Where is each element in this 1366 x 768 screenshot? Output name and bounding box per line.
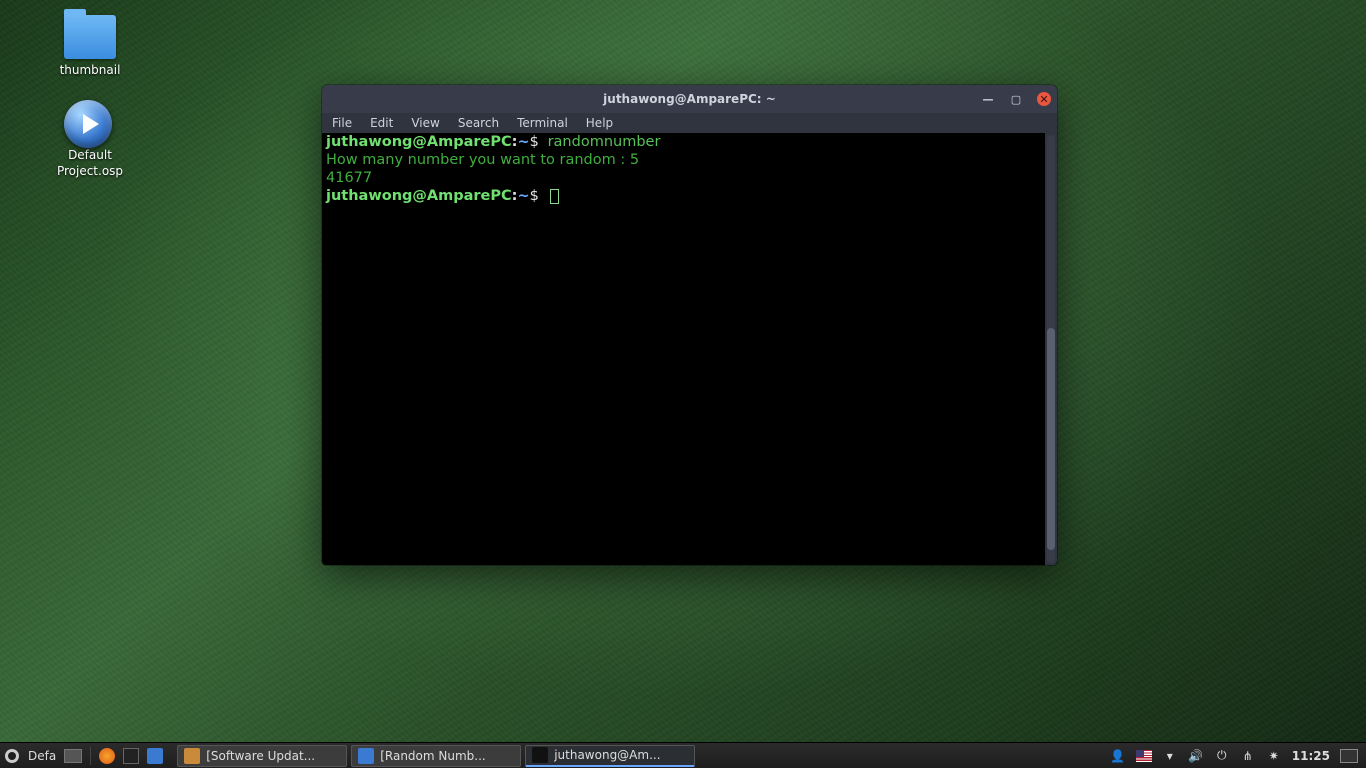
taskbar: Defa [Software Updat... [Random Numb... … — [0, 742, 1366, 768]
task-label: [Software Updat... — [206, 749, 315, 763]
maximize-button[interactable]: ▢ — [1009, 92, 1023, 106]
close-button[interactable]: ✕ — [1037, 92, 1051, 106]
menu-terminal[interactable]: Terminal — [517, 116, 568, 130]
bluetooth-icon[interactable]: ⋔ — [1240, 748, 1256, 764]
output-line: How many number you want to random : 5 — [326, 152, 639, 168]
desktop-icon-folder[interactable]: thumbnail — [35, 15, 145, 79]
titlebar[interactable]: juthawong@AmparePC: ~ — ▢ ✕ — [322, 85, 1057, 113]
task-label: [Random Numb... — [380, 749, 486, 763]
menu-file[interactable]: File — [332, 116, 352, 130]
menu-search[interactable]: Search — [458, 116, 499, 130]
terminal-launcher-icon[interactable] — [123, 748, 139, 764]
scrollbar-thumb[interactable] — [1047, 328, 1055, 551]
play-icon — [64, 100, 116, 144]
prompt-user: juthawong@AmparePC — [326, 188, 512, 204]
menu-edit[interactable]: Edit — [370, 116, 393, 130]
firefox-icon[interactable] — [99, 748, 115, 764]
cursor-icon — [550, 189, 559, 204]
brightness-icon[interactable]: ✷ — [1266, 748, 1282, 764]
system-tray: 👤 ▾ 🔊 ⏻ ⋔ ✷ 11:25 — [1110, 748, 1362, 764]
task-terminal[interactable]: juthawong@Am... — [525, 745, 695, 767]
task-software-updater[interactable]: [Software Updat... — [177, 745, 347, 767]
settings-icon[interactable] — [4, 748, 20, 764]
files-icon[interactable] — [147, 748, 163, 764]
prompt-path: ~ — [517, 134, 529, 150]
terminal-text[interactable]: juthawong@AmparePC:~$ randomnumber How m… — [322, 133, 1045, 565]
task-random-number[interactable]: [Random Numb... — [351, 745, 521, 767]
desktop-icon-project[interactable]: Default Project.osp — [35, 100, 145, 179]
output-line: 41677 — [326, 170, 372, 186]
network-icon[interactable]: ▾ — [1162, 748, 1178, 764]
terminal-scrollbar[interactable] — [1045, 133, 1057, 565]
task-label: juthawong@Am... — [554, 748, 660, 762]
minimize-button[interactable]: — — [981, 92, 995, 106]
flag-icon — [1136, 750, 1152, 762]
folder-icon — [64, 15, 116, 59]
prompt-dollar: $ — [530, 134, 539, 150]
menu-view[interactable]: View — [411, 116, 439, 130]
separator — [90, 747, 91, 765]
clock[interactable]: 11:25 — [1292, 749, 1330, 763]
power-icon[interactable]: ⏻ — [1214, 748, 1230, 764]
window-title: juthawong@AmparePC: ~ — [603, 92, 776, 106]
prompt-path: ~ — [517, 188, 529, 204]
menubar: File Edit View Search Terminal Help — [322, 113, 1057, 133]
menu-help[interactable]: Help — [586, 116, 613, 130]
task-icon — [184, 748, 200, 764]
desktop-icon-label: thumbnail — [35, 63, 145, 79]
show-desktop-button[interactable] — [1340, 749, 1358, 763]
workspace-switcher[interactable] — [64, 749, 82, 763]
keyboard-layout-icon[interactable] — [1136, 748, 1152, 764]
volume-icon[interactable]: 🔊 — [1188, 748, 1204, 764]
prompt-dollar: $ — [530, 188, 539, 204]
app-menu-label[interactable]: Defa — [28, 749, 56, 763]
terminal-window[interactable]: juthawong@AmparePC: ~ — ▢ ✕ File Edit Vi… — [322, 85, 1057, 565]
user-icon[interactable]: 👤 — [1110, 748, 1126, 764]
taskbar-tasks: [Software Updat... [Random Numb... jutha… — [177, 745, 695, 767]
desktop-icon-label: Default Project.osp — [35, 148, 145, 179]
task-icon — [358, 748, 374, 764]
prompt-user: juthawong@AmparePC — [326, 134, 512, 150]
task-icon — [532, 747, 548, 763]
command: randomnumber — [548, 134, 661, 150]
terminal-area[interactable]: juthawong@AmparePC:~$ randomnumber How m… — [322, 133, 1057, 565]
